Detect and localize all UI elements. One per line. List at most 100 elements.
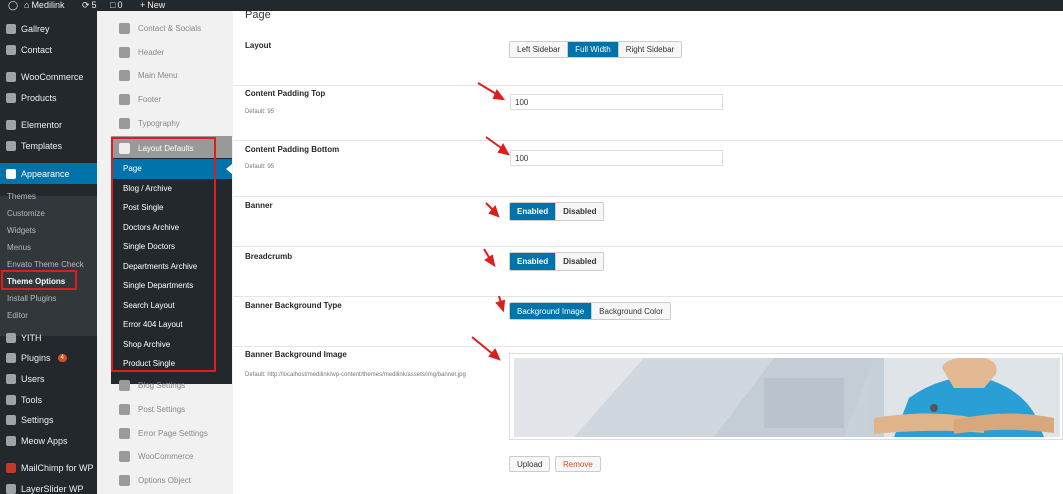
section-woocommerce[interactable]: WooCommerce — [111, 444, 232, 468]
menu-item-meow-apps[interactable]: Meow Apps — [0, 431, 97, 451]
banner-bg-image-default: Default: http://localhost/medilink/wp-co… — [245, 372, 466, 378]
wordpress-logo-icon[interactable]: ◯ — [8, 0, 18, 10]
menu-item-yith[interactable]: YITH — [0, 328, 97, 348]
menu-item-templates[interactable]: Templates — [0, 136, 97, 156]
theme-options-sidebar: Contact & Socials Header Main Menu Foote… — [111, 11, 232, 494]
layout-item-blog-archive[interactable]: Blog / Archive — [111, 179, 232, 199]
menu-item-appearance[interactable]: Appearance — [0, 163, 97, 184]
layout-item-doctors-archive[interactable]: Doctors Archive — [111, 218, 232, 238]
meow-icon — [6, 436, 16, 446]
section-main-menu[interactable]: Main Menu — [111, 63, 232, 87]
layout-label: Layout — [245, 41, 272, 50]
padding-top-default: Default: 95 — [245, 109, 275, 115]
filter-icon — [119, 93, 130, 105]
layout-item-single-departments[interactable]: Single Departments — [111, 276, 232, 296]
banner-image-preview — [509, 353, 1063, 440]
padding-bottom-input[interactable] — [510, 150, 723, 166]
submenu-widgets[interactable]: Widgets — [0, 222, 97, 239]
layout-item-search-layout[interactable]: Search Layout — [111, 296, 232, 316]
updates-link[interactable]: ⟳ 5 — [82, 0, 97, 10]
woocommerce-icon — [6, 72, 16, 82]
section-error-page-settings[interactable]: Error Page Settings — [111, 421, 232, 445]
gallery-icon — [6, 24, 16, 34]
submenu-theme-options[interactable]: Theme Options — [0, 273, 97, 290]
background-color-button[interactable]: Background Color — [591, 303, 671, 319]
breadcrumb-toggle: Enabled Disabled — [509, 252, 605, 271]
full-width-button[interactable]: Full Width — [567, 42, 618, 57]
submenu-editor[interactable]: Editor — [0, 307, 97, 324]
layout-item-product-single[interactable]: Product Single — [111, 354, 232, 374]
background-image-button[interactable]: Background Image — [510, 303, 592, 319]
banner-bg-image-row: Banner Background Image Default: http://… — [233, 347, 1063, 482]
section-layout-defaults[interactable]: Layout Defaults — [111, 136, 232, 160]
comments-link[interactable]: □ 0 — [110, 0, 122, 10]
menu-item-elementor[interactable]: Elementor — [0, 115, 97, 135]
right-sidebar-button[interactable]: Right Sidebar — [617, 42, 682, 57]
settings-panel: Page Layout Left Sidebar Full Width Righ… — [233, 11, 1063, 494]
submenu-menus[interactable]: Menus — [0, 239, 97, 256]
cart-icon — [119, 450, 130, 462]
upload-button[interactable]: Upload — [509, 456, 551, 472]
section-options-object[interactable]: Options Object — [111, 468, 232, 492]
new-content-link[interactable]: + New — [140, 0, 165, 10]
section-typography[interactable]: Typography — [111, 111, 232, 135]
mail-icon — [6, 45, 16, 55]
menu-item-products[interactable]: Products — [0, 88, 97, 108]
submenu-themes[interactable]: Themes — [0, 188, 97, 205]
menu-item-layerslider[interactable]: LayerSlider WP — [0, 479, 97, 494]
layout-item-error-404[interactable]: Error 404 Layout — [111, 315, 232, 335]
menu-item-mailchimp[interactable]: MailChimp for WP — [0, 458, 97, 478]
banner-disabled-button[interactable]: Disabled — [555, 203, 604, 220]
section-header[interactable]: Header — [111, 40, 232, 64]
menu-item-plugins[interactable]: Plugins 4 — [0, 348, 97, 368]
comment-icon: □ — [110, 0, 116, 10]
breadcrumb-disabled-button[interactable]: Disabled — [555, 253, 604, 270]
submenu-install-plugins[interactable]: Install Plugins — [0, 290, 97, 307]
layout-item-shop-archive[interactable]: Shop Archive — [111, 335, 232, 355]
info-icon — [119, 474, 130, 486]
banner-image — [514, 358, 1060, 437]
section-contact-socials[interactable]: Contact & Socials — [111, 16, 232, 40]
arrow-padding-top-head — [492, 89, 506, 101]
site-name-link[interactable]: ⌂ Medilink — [24, 0, 64, 10]
menu-item-woocommerce[interactable]: WooCommerce — [0, 67, 97, 87]
home-icon: ⌂ — [24, 0, 30, 10]
banner-enabled-button[interactable]: Enabled — [510, 203, 556, 220]
left-sidebar-button[interactable]: Left Sidebar — [510, 42, 568, 57]
section-post-settings[interactable]: Post Settings — [111, 397, 232, 421]
padding-bottom-default: Default: 95 — [245, 164, 275, 170]
banner-label: Banner — [245, 201, 273, 210]
grid-icon — [119, 142, 130, 154]
admin-sidebar: Gallrey Contact WooCommerce Products Ele… — [0, 11, 97, 494]
menu-item-gallrey[interactable]: Gallrey — [0, 19, 97, 39]
section-blog-settings[interactable]: Blog Settings — [111, 373, 232, 397]
arrow-bg-image — [471, 336, 495, 356]
banner-row: Banner Enabled Disabled — [233, 197, 1063, 247]
menu-item-settings[interactable]: Settings — [0, 410, 97, 430]
menu-item-contact[interactable]: Contact — [0, 40, 97, 60]
breadcrumb-enabled-button[interactable]: Enabled — [510, 253, 556, 270]
breadcrumb-label: Breadcrumb — [245, 252, 293, 261]
layout-item-post-single[interactable]: Post Single — [111, 198, 232, 218]
layout-row: Layout Left Sidebar Full Width Right Sid… — [233, 29, 1063, 86]
layout-item-page[interactable]: Page — [111, 159, 232, 179]
padding-top-row: Content Padding Top Default: 95 — [233, 86, 1063, 141]
breadcrumb-row: Breadcrumb Enabled Disabled — [233, 247, 1063, 297]
brush-icon — [6, 168, 16, 179]
elementor-icon — [6, 120, 16, 130]
user-icon — [6, 374, 16, 384]
section-footer[interactable]: Footer — [111, 87, 232, 111]
padding-top-input[interactable] — [510, 94, 723, 110]
submenu-envato-theme-check[interactable]: Envato Theme Check — [0, 256, 97, 273]
refresh-icon: ⟳ — [82, 0, 90, 10]
layout-item-single-doctors[interactable]: Single Doctors — [111, 237, 232, 257]
menu-item-tools[interactable]: Tools — [0, 390, 97, 410]
menu-item-users[interactable]: Users — [0, 369, 97, 389]
settings-icon — [6, 415, 16, 425]
layout-button-group: Left Sidebar Full Width Right Sidebar — [509, 41, 683, 58]
page-title: Page — [245, 11, 271, 21]
submenu-customize[interactable]: Customize — [0, 205, 97, 222]
banner-bg-image-label: Banner Background Image — [245, 350, 347, 359]
remove-button[interactable]: Remove — [555, 456, 601, 472]
layout-item-departments-archive[interactable]: Departments Archive — [111, 257, 232, 277]
